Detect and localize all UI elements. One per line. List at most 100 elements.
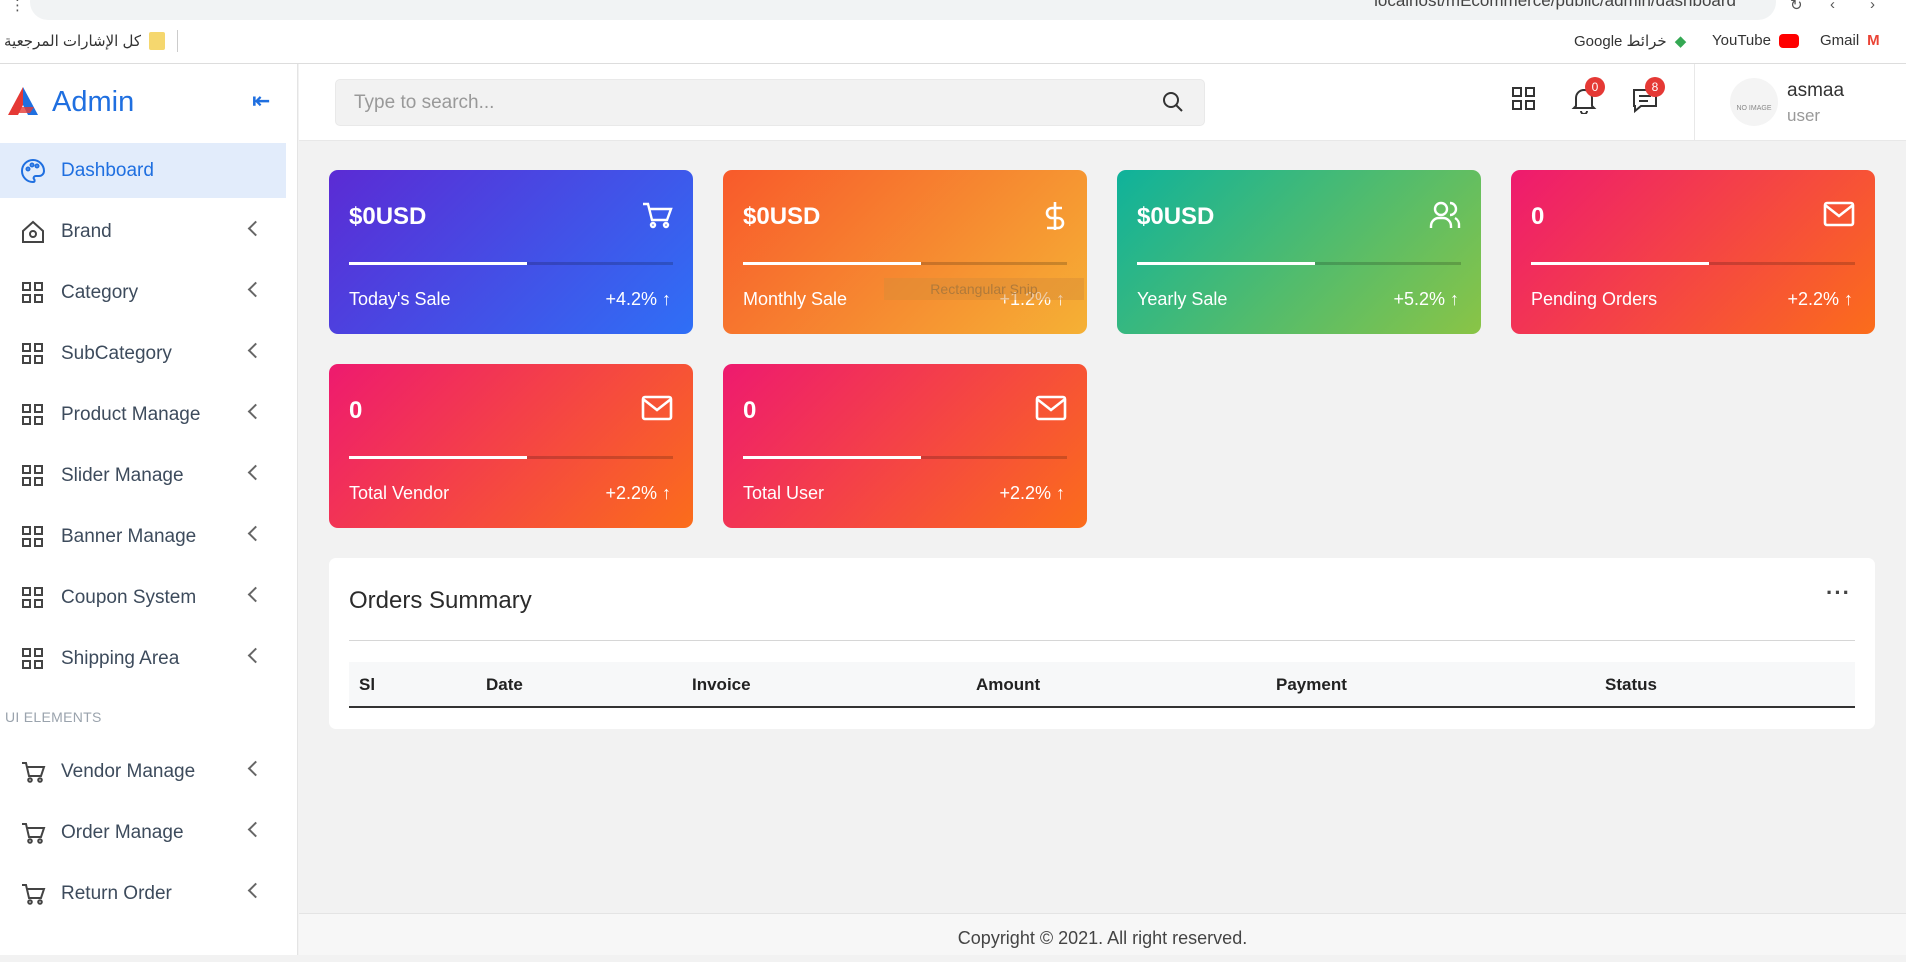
stat-card[interactable]: $0USD Yearly Sale +5.2% ↑ — [1117, 170, 1481, 334]
column-header[interactable]: Amount — [976, 675, 1040, 695]
cart-icon — [641, 200, 673, 235]
mail-icon — [1035, 394, 1067, 427]
bookmark-gmail[interactable]: Gmail M — [1820, 32, 1880, 49]
column-header[interactable]: Invoice — [692, 675, 751, 695]
sidebar-item-label: Brand — [61, 220, 112, 242]
stat-value: $0USD — [743, 203, 821, 230]
sidebar-item-order-manage[interactable]: Order Manage — [0, 802, 297, 863]
stat-value: 0 — [1531, 203, 1545, 230]
user-role: user — [1787, 106, 1821, 125]
sidebar-item-label: Vendor Manage — [61, 760, 196, 782]
chevron-left-icon[interactable] — [247, 464, 264, 481]
stat-value: 0 — [743, 397, 757, 424]
avatar[interactable]: NO IMAGE — [1730, 78, 1778, 126]
messages-icon[interactable]: 8 — [1631, 77, 1665, 119]
chevron-left-icon[interactable] — [247, 586, 264, 603]
brand-header: Admin ⇤ — [0, 64, 297, 140]
chevron-left-icon[interactable] — [247, 220, 264, 237]
bookmark-maps[interactable]: Google خرائط ◆ — [1574, 32, 1686, 50]
search-icon[interactable] — [1162, 91, 1184, 113]
stat-change: +2.2% ↑ — [999, 483, 1065, 504]
brand-title[interactable]: Admin — [52, 86, 134, 119]
user-name[interactable]: asmaa — [1787, 80, 1844, 102]
avatar-text: NO IMAGE — [1736, 105, 1772, 112]
orders-summary-card: Orders Summary ··· Sl Date Invoice Amoun… — [329, 558, 1875, 729]
stat-change-value: +4.2% — [605, 289, 657, 309]
sidebar-item-product-manage[interactable]: Product Manage — [0, 384, 297, 445]
bookmark-all-label: كل الإشارات المرجعية — [4, 33, 141, 50]
youtube-icon — [1778, 33, 1799, 48]
column-header[interactable]: Sl — [359, 675, 375, 695]
footer: Copyright © 2021. All right reserved. — [299, 913, 1906, 955]
grid-icon — [20, 341, 46, 367]
forward-icon[interactable]: › — [1870, 0, 1875, 13]
sidebar: Admin ⇤ Dashboard Brand Category SubCategor… — [0, 64, 298, 955]
arrow-up-icon: ↑ — [1844, 289, 1853, 309]
menu-icon[interactable]: ⋮ — [10, 0, 25, 14]
more-options-icon[interactable]: ··· — [1826, 580, 1851, 606]
bookmark-maps-label: Google خرائط — [1574, 33, 1667, 50]
stat-value: 0 — [349, 397, 363, 424]
chevron-left-icon[interactable] — [247, 882, 264, 899]
grid-icon — [20, 585, 46, 611]
sidebar-item-label: Coupon System — [61, 586, 197, 608]
folder-icon — [149, 32, 165, 50]
chevron-left-icon[interactable] — [247, 403, 264, 420]
column-header[interactable]: Date — [486, 675, 523, 695]
sidebar-item-coupon-system[interactable]: Coupon System — [0, 567, 297, 628]
stat-change-value: +5.2% — [1393, 289, 1445, 309]
column-header[interactable]: Status — [1605, 675, 1657, 695]
chevron-left-icon[interactable] — [247, 821, 264, 838]
bookmark-all[interactable]: كل الإشارات المرجعية — [4, 32, 165, 50]
column-header[interactable]: Payment — [1276, 675, 1347, 695]
sidebar-item-vendor-manage[interactable]: Vendor Manage — [0, 741, 297, 802]
notification-badge: 0 — [1585, 77, 1605, 97]
stat-label: Pending Orders — [1531, 289, 1658, 309]
arrow-up-icon: ↑ — [1450, 289, 1459, 309]
stat-label: Monthly Sale — [743, 289, 848, 309]
cart-icon — [20, 820, 46, 846]
sidebar-item-return-order[interactable]: Return Order — [0, 863, 297, 924]
bookmark-youtube[interactable]: YouTube — [1712, 32, 1799, 49]
chevron-left-icon[interactable] — [247, 342, 264, 359]
reload-icon[interactable]: ↻ — [1790, 0, 1803, 14]
collapse-sidebar-icon[interactable]: ⇤ — [252, 88, 270, 114]
chevron-left-icon[interactable] — [247, 760, 264, 777]
stat-change: +5.2% ↑ — [1393, 289, 1459, 310]
chevron-left-icon[interactable] — [247, 281, 264, 298]
sidebar-item-dashboard[interactable]: Dashboard — [0, 143, 286, 198]
bookmark-gmail-label: Gmail — [1820, 32, 1860, 49]
bookmark-youtube-label: YouTube — [1712, 32, 1771, 49]
cart-icon — [20, 881, 46, 907]
sidebar-item-subcategory[interactable]: SubCategory — [0, 323, 297, 384]
sidebar-item-shipping-area[interactable]: Shipping Area — [0, 628, 297, 689]
notification-bell-icon[interactable]: 0 — [1571, 77, 1605, 119]
stat-change-value: +2.2% — [1787, 289, 1839, 309]
stat-card[interactable]: $0USD Today's Sale +4.2% ↑ — [329, 170, 693, 334]
stat-card[interactable]: 0 Total Vendor +2.2% ↑ — [329, 364, 693, 528]
stat-progress-bar — [743, 262, 1067, 265]
search-input[interactable]: Type to search... — [335, 79, 1205, 126]
nav-list-ui: Vendor Manage Order Manage Return Order — [0, 741, 297, 924]
sidebar-item-label: Category — [61, 281, 139, 303]
chevron-left-icon[interactable] — [247, 647, 264, 664]
users-icon — [1429, 200, 1461, 235]
sidebar-item-slider-manage[interactable]: Slider Manage — [0, 445, 297, 506]
search-placeholder: Type to search... — [354, 92, 495, 113]
address-bar[interactable]: localhost/mEcommerce/public/admin/dashbo… — [30, 0, 1776, 20]
sidebar-item-brand[interactable]: Brand — [0, 201, 297, 262]
chevron-left-icon[interactable] — [247, 525, 264, 542]
sidebar-item-banner-manage[interactable]: Banner Manage — [0, 506, 297, 567]
stat-progress-bar — [1531, 262, 1855, 265]
stat-card[interactable]: $0USD Monthly Sale +1.2% ↑ — [723, 170, 1087, 334]
mail-icon — [1823, 200, 1855, 233]
stat-card[interactable]: 0 Total User +2.2% ↑ — [723, 364, 1087, 528]
stat-card[interactable]: 0 Pending Orders +2.2% ↑ — [1511, 170, 1875, 334]
sidebar-item-category[interactable]: Category — [0, 262, 297, 323]
sidebar-item-label: Dashboard — [61, 159, 154, 181]
orders-summary-title: Orders Summary — [349, 587, 532, 614]
stat-change: +2.2% ↑ — [605, 483, 671, 504]
apps-grid-icon[interactable] — [1511, 86, 1537, 117]
back-icon[interactable]: ‹ — [1830, 0, 1835, 13]
arrow-up-icon: ↑ — [662, 483, 671, 503]
